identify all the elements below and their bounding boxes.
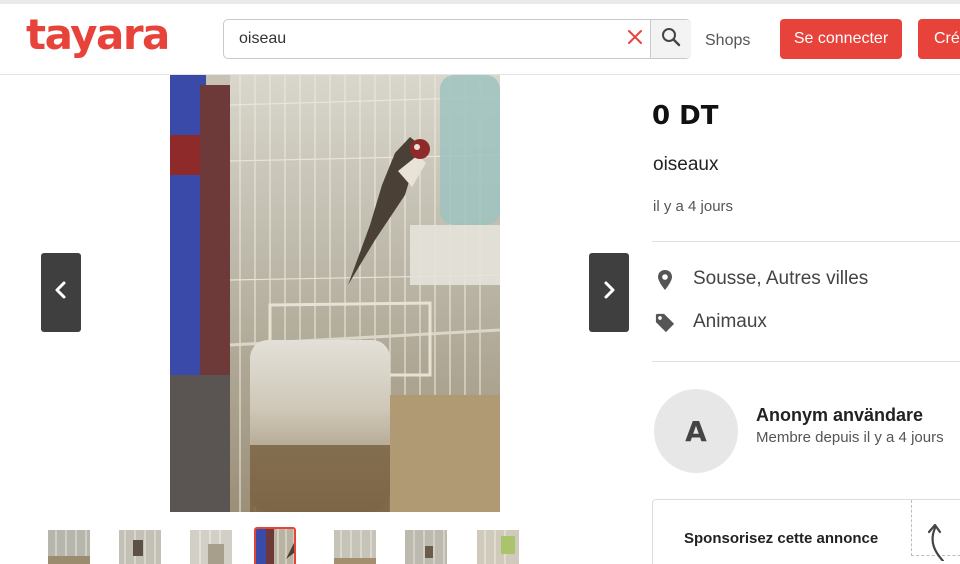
close-icon bbox=[627, 29, 643, 50]
listing-photo bbox=[170, 75, 500, 512]
chevron-right-icon bbox=[601, 280, 617, 305]
category-text[interactable]: Animaux bbox=[693, 311, 767, 333]
location-text: Sousse, Autres villes bbox=[693, 268, 869, 289]
divider bbox=[652, 361, 960, 362]
curved-arrow-icon bbox=[921, 516, 951, 564]
bird-cage-image bbox=[170, 75, 500, 512]
location-row: Sousse, Autres villes bbox=[655, 267, 868, 293]
map-pin-icon bbox=[655, 269, 675, 291]
divider bbox=[652, 241, 960, 242]
previous-photo-button[interactable] bbox=[41, 253, 81, 332]
sponsor-card[interactable]: Sponsorisez cette annonce bbox=[652, 499, 960, 564]
seller-avatar[interactable]: A bbox=[654, 389, 738, 473]
listing-price: 0 DT bbox=[652, 101, 719, 131]
seller-name[interactable]: Anonym användare bbox=[756, 405, 923, 426]
listing-title: oiseaux bbox=[653, 154, 719, 175]
site-header: tayara Shops Se connecter Cré bbox=[0, 4, 960, 75]
thumbnail[interactable] bbox=[405, 530, 447, 564]
search-bar bbox=[223, 19, 691, 59]
listing-date: il y a 4 jours bbox=[653, 198, 734, 215]
thumbnail[interactable] bbox=[334, 530, 376, 564]
next-photo-button[interactable] bbox=[589, 253, 629, 332]
thumbnail[interactable] bbox=[48, 530, 90, 564]
sponsor-label: Sponsorisez cette annonce bbox=[684, 530, 879, 547]
category-row: Animaux bbox=[655, 310, 767, 336]
clear-search-button[interactable] bbox=[620, 20, 650, 58]
thumbnail[interactable] bbox=[477, 530, 519, 564]
create-account-button[interactable]: Cré bbox=[918, 19, 960, 59]
search-button[interactable] bbox=[650, 20, 691, 58]
thumbnail[interactable] bbox=[119, 530, 161, 564]
search-input[interactable] bbox=[224, 20, 620, 58]
thumbnail[interactable] bbox=[190, 530, 232, 564]
thumbnail-active[interactable] bbox=[254, 527, 296, 564]
search-icon bbox=[661, 27, 681, 52]
seller-member-since: Membre depuis il y a 4 jours bbox=[756, 429, 944, 446]
chevron-left-icon bbox=[53, 280, 69, 305]
tag-icon bbox=[655, 312, 675, 334]
tayara-logo[interactable]: tayara bbox=[26, 10, 170, 59]
login-button[interactable]: Se connecter bbox=[780, 19, 902, 59]
shops-link[interactable]: Shops bbox=[705, 32, 750, 50]
